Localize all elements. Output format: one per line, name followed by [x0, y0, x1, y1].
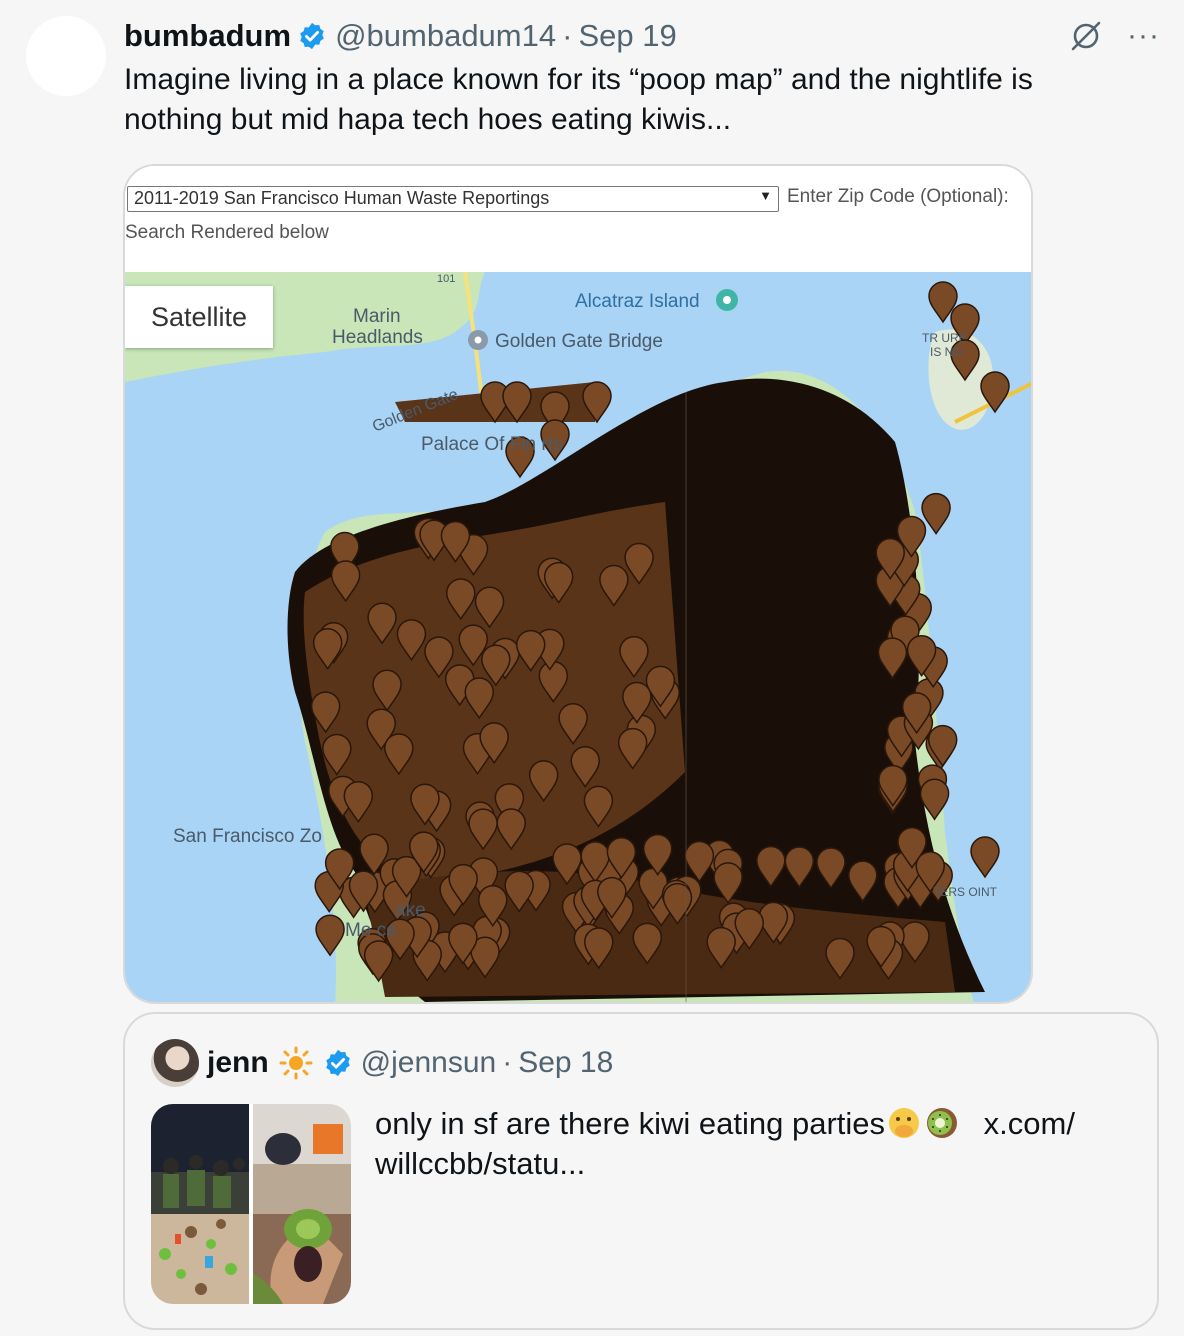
map-label-headlands: Headlands: [332, 327, 423, 348]
map-controls: 2011-2019 San Francisco Human Waste Repo…: [125, 166, 1031, 272]
more-options-icon[interactable]: ···: [1127, 21, 1160, 51]
map-label-hunters-point: TERS OINT: [933, 885, 998, 899]
satellite-button[interactable]: Satellite: [125, 286, 273, 348]
author-display-name[interactable]: bumbadum: [124, 18, 291, 54]
sun-emoji-icon: [279, 1046, 313, 1080]
map-label-palace: Palace Of Fin rts: [421, 434, 563, 455]
map-label-lake: ake: [395, 900, 426, 921]
quoted-tweet-text: only in sf are there kiwi eating parties…: [375, 1104, 1125, 1184]
dropdown-arrow-icon: ▼: [759, 188, 772, 203]
header-separator: ·: [562, 18, 573, 53]
map-label-golden-gate-bridge: Golden Gate Bridge: [495, 331, 663, 352]
map-label-sf-zoo: San Francisco Zo: [173, 826, 322, 847]
quoted-tweet[interactable]: jenn @jennsun · Sep 18 only in sf are th…: [123, 1012, 1159, 1330]
map-label-merced: Me ce: [345, 920, 397, 941]
map-label-treasure-1: TR URE: [922, 331, 967, 345]
quoted-author-avatar[interactable]: [151, 1039, 199, 1087]
party-photo-art: [159, 1155, 245, 1295]
tweet-actions-top: ···: [1069, 16, 1160, 56]
quoted-date[interactable]: Sep 18: [518, 1046, 613, 1080]
verified-badge-icon: [325, 1049, 350, 1077]
face-with-hand-over-mouth-emoji-icon: [889, 1108, 920, 1138]
tweet-header: bumbadum @bumbadum14 · Sep 19: [124, 16, 677, 56]
map-label-marin: Marin: [353, 306, 401, 327]
quoted-display-name[interactable]: jenn: [207, 1046, 269, 1080]
dataset-select-value: 2011-2019 San Francisco Human Waste Repo…: [134, 188, 550, 208]
grok-icon[interactable]: [1069, 19, 1103, 53]
kiwi-photo-art: [253, 1124, 343, 1304]
tweet-text: Imagine living in a place known for its …: [124, 63, 1033, 136]
map-label-route: 101: [437, 273, 455, 285]
tweet-media-image[interactable]: 2011-2019 San Francisco Human Waste Repo…: [123, 164, 1033, 1004]
quoted-text-main: only in sf are there kiwi eating parties: [375, 1106, 886, 1141]
dataset-select[interactable]: 2011-2019 San Francisco Human Waste Repo…: [127, 186, 779, 212]
party-photo[interactable]: [151, 1104, 249, 1304]
map-label-treasure-2: IS ND: [930, 345, 962, 359]
zip-code-label: Enter Zip Code (Optional):: [787, 186, 1009, 207]
verified-badge-icon: [300, 22, 324, 50]
kiwi-emoji-icon: [927, 1108, 958, 1138]
poop-map: Marin Headlands Alcatraz Island Golden G…: [125, 272, 1031, 1002]
golden-gate-pin-icon: [468, 330, 488, 350]
author-avatar[interactable]: [26, 16, 106, 96]
kiwi-photo[interactable]: [253, 1104, 351, 1304]
quoted-handle[interactable]: @jennsun: [361, 1046, 497, 1080]
quoted-tweet-header: jenn @jennsun · Sep 18: [151, 1039, 613, 1087]
author-handle[interactable]: @bumbadum14: [335, 18, 556, 54]
quoted-media[interactable]: [151, 1104, 351, 1304]
map-label-alcatraz: Alcatraz Island: [575, 291, 700, 312]
tweet-date[interactable]: Sep 19: [578, 18, 676, 54]
rendered-label: Search Rendered below: [125, 222, 329, 243]
alcatraz-pin-icon: [716, 289, 738, 311]
quoted-separator: ·: [502, 1046, 513, 1079]
